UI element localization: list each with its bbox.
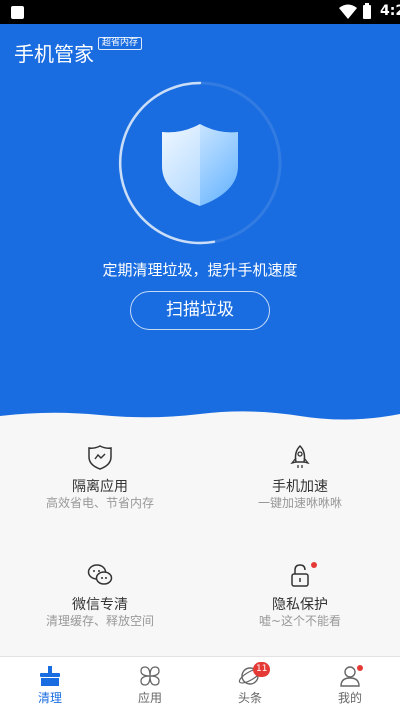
- tab-apps[interactable]: 应用: [100, 657, 200, 710]
- tab-clean[interactable]: 清理: [0, 657, 100, 710]
- hero-panel: 手机管家 超省内存 定期清理垃圾，提升手机速度 扫描垃圾: [0, 24, 400, 420]
- apps-icon: [140, 666, 160, 686]
- scan-junk-button[interactable]: 扫描垃圾: [130, 291, 270, 330]
- tab-headlines[interactable]: 头条: [200, 657, 300, 710]
- feature-title: 微信专清: [72, 597, 128, 613]
- feature-grid: 隔离应用 高效省电、节省内存 手机加速 一键加速咻咻咻 微信专清 清理缓存、释放…: [0, 420, 400, 656]
- shield-icon: [88, 445, 112, 470]
- lock-icon: [291, 564, 309, 587]
- hero-tagline: 定期清理垃圾，提升手机速度: [102, 261, 298, 279]
- status-bar: 4:21: [0, 0, 400, 24]
- rocket-icon: [290, 444, 310, 468]
- battery-icon: [363, 3, 371, 19]
- tab-label: 清理: [37, 691, 62, 705]
- app-title: 手机管家: [14, 42, 94, 66]
- feature-privacy[interactable]: 隐私保护 嘘~这个不能看: [200, 538, 400, 656]
- feature-title: 隔离应用: [72, 479, 128, 495]
- feature-desc: 清理缓存、释放空间: [45, 614, 154, 628]
- clean-icon: [40, 666, 60, 686]
- feature-isolate-apps[interactable]: 隔离应用 高效省电、节省内存: [0, 420, 200, 538]
- tab-label: 我的: [337, 691, 362, 705]
- wechat-icon: [87, 564, 113, 585]
- feature-wechat-clean[interactable]: 微信专清 清理缓存、释放空间: [0, 538, 200, 656]
- notification-dot: [357, 665, 363, 671]
- feature-desc: 一键加速咻咻咻: [257, 496, 342, 510]
- tab-label: 头条: [237, 691, 262, 705]
- bottom-tab-bar: 清理 应用 头条 11 我的: [0, 656, 400, 710]
- feature-desc: 嘘~这个不能看: [258, 614, 342, 628]
- feature-title: 手机加速: [272, 479, 328, 495]
- notification-dot: [311, 562, 317, 568]
- notification-icon: [11, 6, 24, 19]
- feature-speed-up[interactable]: 手机加速 一键加速咻咻咻: [200, 420, 400, 538]
- wifi-icon: [339, 4, 357, 19]
- feature-desc: 高效省电、节省内存: [45, 496, 154, 510]
- tab-label: 应用: [137, 691, 162, 705]
- tab-profile[interactable]: 我的: [300, 657, 400, 710]
- feature-title: 隐私保护: [272, 597, 328, 613]
- unread-count-badge: 11: [253, 662, 271, 677]
- shield-icon: [162, 124, 238, 206]
- app-badge: 超省内存: [98, 37, 143, 50]
- status-time: 4:21: [380, 3, 400, 19]
